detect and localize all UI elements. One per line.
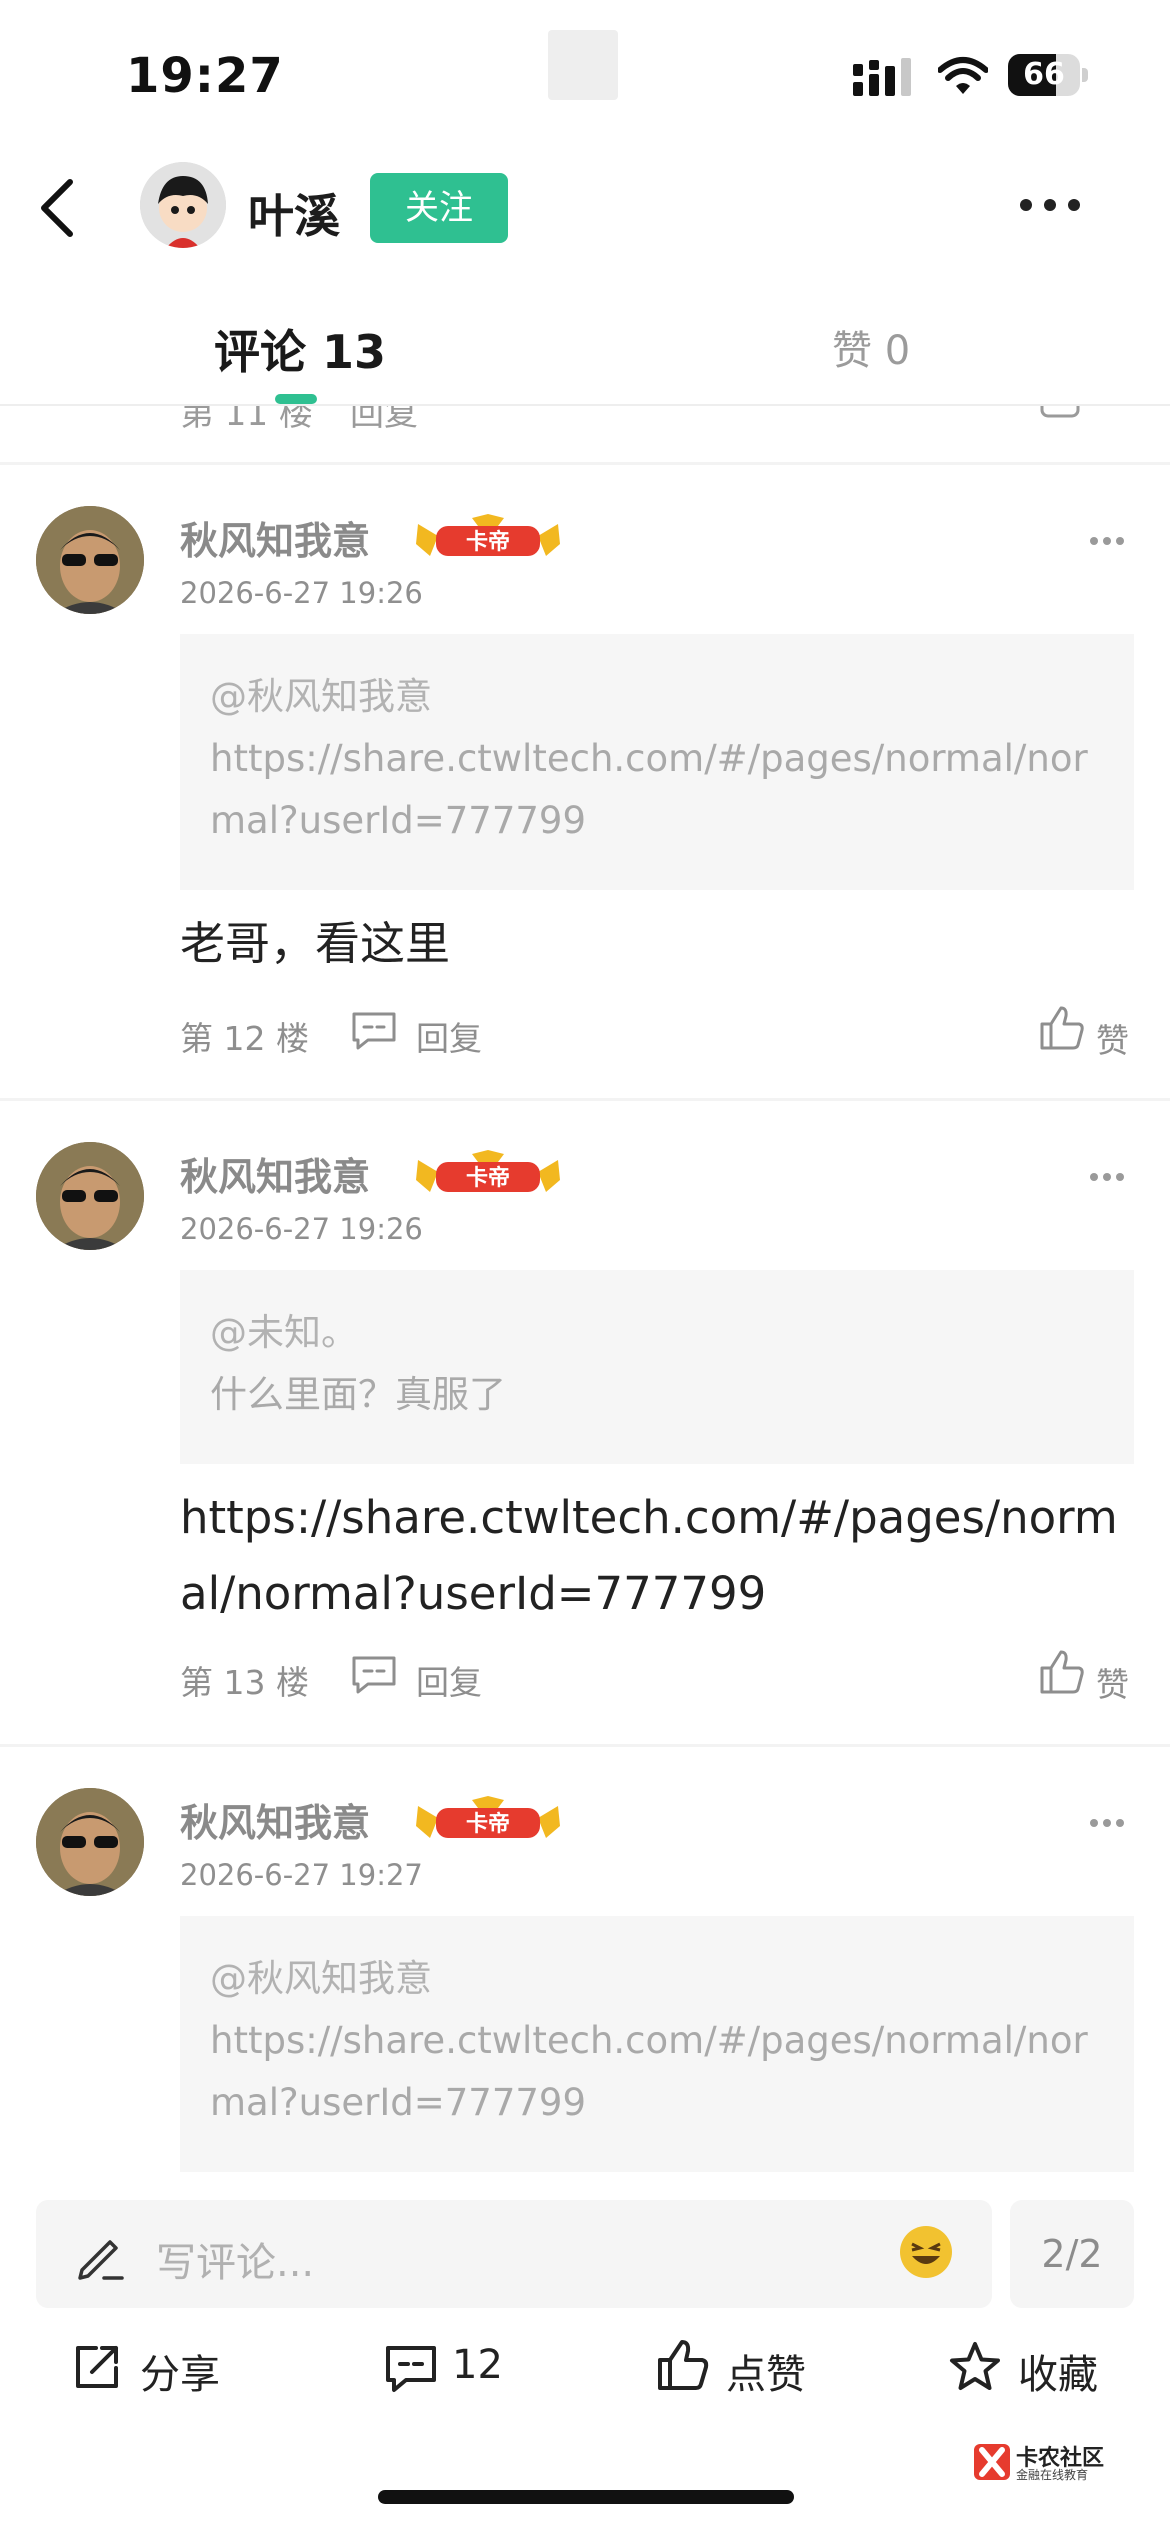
floor-label: 第 11 楼 — [180, 406, 313, 434]
quoted-user: @未知。 — [210, 1311, 358, 1354]
comment-item: 秋风知我意 卡帝 2026-6-27 19:27 @秋风知我意 https://… — [0, 1746, 1170, 2190]
star-icon[interactable] — [948, 2340, 1002, 2394]
logo-subtitle: 金融在线教育 — [1016, 2468, 1089, 2482]
cartoon-avatar-icon — [140, 162, 226, 248]
comment-more-icon[interactable] — [1090, 530, 1130, 545]
crown-badge-icon: 卡帝 — [416, 1150, 560, 1192]
quoted-user: @秋风知我意 — [210, 675, 432, 718]
comment-icon[interactable] — [384, 2342, 438, 2396]
crown-badge-icon: 卡帝 — [416, 1796, 560, 1838]
author-avatar[interactable] — [140, 162, 226, 248]
thumbs-up-icon[interactable] — [1038, 1648, 1086, 1696]
comment-count-button[interactable]: 12 — [452, 2342, 503, 2388]
partial-comment-footer: 第 11 楼 回复 — [0, 406, 1170, 462]
share-icon[interactable] — [70, 2340, 124, 2394]
share-button[interactable]: 分享 — [140, 2342, 220, 2400]
person-photo-icon — [36, 1788, 144, 1896]
camera-indicator — [548, 30, 618, 100]
quoted-comment[interactable]: @秋风知我意 https://share.ctwltech.com/#/page… — [180, 1916, 1134, 2172]
page-indicator[interactable]: 2/2 — [1010, 2200, 1134, 2308]
comment-time: 2026-6-27 19:27 — [180, 1858, 423, 1892]
badge-label: 卡帝 — [466, 529, 510, 555]
badge-label: 卡帝 — [466, 1165, 510, 1191]
crown-badge-icon: 卡帝 — [416, 514, 560, 556]
quoted-text: https://share.ctwltech.com/#/pages/norma… — [210, 737, 1088, 842]
comment-time: 2026-6-27 19:26 — [180, 576, 423, 610]
commenter-avatar[interactable] — [36, 506, 144, 614]
floor-label: 第 13 楼 — [180, 1663, 309, 1702]
comment-input-placeholder[interactable]: 写评论... — [156, 2230, 314, 2288]
thumbs-up-icon[interactable] — [1038, 1004, 1086, 1052]
home-indicator[interactable] — [378, 2490, 794, 2504]
reply-button[interactable]: 回复 — [350, 406, 418, 435]
cellular-signal-icon — [853, 58, 911, 96]
wifi-icon — [938, 57, 988, 94]
kanong-logo-icon — [974, 2444, 1010, 2480]
battery-level: 66 — [1023, 57, 1065, 92]
author-name[interactable]: 叶溪 — [248, 180, 340, 246]
pencil-icon — [78, 2240, 124, 2280]
badge-label: 卡帝 — [466, 1811, 510, 1837]
quoted-text: 什么里面？真服了 — [210, 1373, 506, 1416]
reply-button[interactable]: 回复 — [416, 1012, 482, 1060]
thumbs-up-icon[interactable] — [656, 2338, 710, 2392]
quoted-user: @秋风知我意 — [210, 1957, 432, 2000]
quoted-text: https://share.ctwltech.com/#/pages/norma… — [210, 2019, 1088, 2124]
battery-icon: 66 — [1008, 54, 1088, 96]
comment-body: https://share.ctwltech.com/#/pages/norma… — [180, 1491, 1118, 1620]
comment-list[interactable]: 第 11 楼 回复 秋风知我意 卡帝 2026-6-27 19:26 @秋风知我… — [0, 406, 1170, 2190]
status-time: 19:27 — [126, 48, 284, 104]
commenter-avatar[interactable] — [36, 1142, 144, 1250]
comment-more-icon[interactable] — [1090, 1166, 1130, 1181]
commenter-avatar[interactable] — [36, 1788, 144, 1896]
reply-icon[interactable] — [350, 1654, 398, 1694]
kanong-logo: 卡农社区 金融在线教育 — [972, 2440, 1122, 2486]
tab-comments[interactable]: 评论 13 — [214, 316, 386, 382]
commenter-name[interactable]: 秋风知我意 — [180, 1792, 370, 1847]
comment-time: 2026-6-27 19:26 — [180, 1212, 423, 1246]
tab-likes[interactable]: 赞 0 — [832, 318, 910, 376]
like-button[interactable]: 赞 — [1096, 1014, 1129, 1062]
like-post-button[interactable]: 点赞 — [726, 2342, 806, 2400]
like-button[interactable]: 赞 — [1096, 1658, 1129, 1706]
comment-item: 秋风知我意 卡帝 2026-6-27 19:26 @未知。 什么里面？真服了 h… — [0, 1100, 1170, 1730]
commenter-name[interactable]: 秋风知我意 — [180, 1146, 370, 1201]
back-arrow-icon[interactable] — [38, 178, 78, 238]
active-tab-indicator — [275, 394, 317, 404]
favorite-button[interactable]: 收藏 — [1018, 2342, 1098, 2400]
quoted-comment[interactable]: @未知。 什么里面？真服了 — [180, 1270, 1134, 1464]
reply-button[interactable]: 回复 — [416, 1656, 482, 1704]
comment-body: 老哥，看这里 — [180, 917, 451, 970]
like-icon[interactable] — [1040, 406, 1120, 424]
commenter-name[interactable]: 秋风知我意 — [180, 510, 370, 565]
reply-icon[interactable] — [350, 1010, 398, 1050]
follow-button[interactable]: 关注 — [370, 173, 508, 243]
more-options-icon[interactable] — [1020, 196, 1092, 214]
comment-item: 秋风知我意 卡帝 2026-6-27 19:26 @秋风知我意 https://… — [0, 464, 1170, 1084]
person-photo-icon — [36, 506, 144, 614]
person-photo-icon — [36, 1142, 144, 1250]
quoted-comment[interactable]: @秋风知我意 https://share.ctwltech.com/#/page… — [180, 634, 1134, 890]
emoji-icon[interactable] — [900, 2226, 952, 2278]
comment-more-icon[interactable] — [1090, 1812, 1130, 1827]
floor-label: 第 12 楼 — [180, 1019, 309, 1058]
